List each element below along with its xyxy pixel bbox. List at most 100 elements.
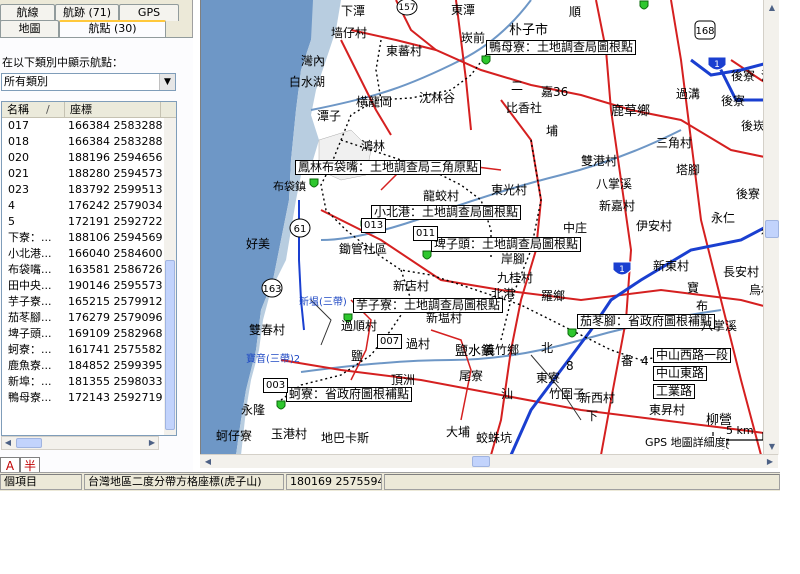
place-label: 横龍岡 — [356, 95, 393, 109]
column-header-name[interactable]: 名稱 / — [2, 102, 65, 117]
scroll-right-arrow-icon[interactable]: ▶ — [764, 456, 776, 468]
place-label: 新塭村 — [426, 311, 463, 325]
place-label: 比香社 — [506, 101, 543, 115]
table-row[interactable]: 新埠：... 181355 2598033 — [2, 374, 176, 390]
place-label: 長安村 — [723, 265, 760, 279]
map-horizontal-scroll-thumb[interactable] — [472, 456, 490, 467]
place-label: 嘉36 — [541, 85, 569, 99]
waypoint-code-label[interactable]: 013 — [361, 218, 387, 233]
scroll-left-arrow-icon[interactable]: ◀ — [202, 456, 214, 468]
tab-map[interactable]: 地圖 — [0, 20, 59, 37]
waypoint-flag-icon[interactable] — [480, 55, 492, 67]
place-label: 二 — [511, 79, 524, 93]
scroll-right-arrow-icon[interactable]: ▶ — [146, 437, 158, 449]
tab-waypoints[interactable]: 航點 (30) — [59, 20, 166, 37]
row-coord: 165215 2579912 — [68, 295, 163, 308]
map-view[interactable]: 168 1 61 163 1 157 鴨母寮：土地調查局圖根點 鳳林布袋嘴：土地… — [200, 0, 778, 455]
waypoint-label[interactable]: 茄苳腳：省政府圖根補點 — [577, 314, 716, 329]
freeway-shield-number: 1 — [714, 60, 720, 70]
table-row[interactable]: 023 183792 2599513 — [2, 182, 176, 198]
table-row[interactable]: 020 188196 2594656 — [2, 150, 176, 166]
street-label[interactable]: 中山東路 — [653, 366, 708, 381]
category-dropdown[interactable]: 所有類別 ▼ — [1, 73, 176, 91]
table-row[interactable]: 布袋嘴... 163581 2586726 — [2, 262, 176, 278]
list-horizontal-scrollbar[interactable]: ◀ ▶ — [1, 436, 159, 450]
highway-shield-icon: 168 — [694, 20, 716, 40]
scale-label: 5 km — [726, 424, 754, 437]
place-label: 新嘉村 — [599, 199, 636, 213]
waypoint-code-label[interactable]: 007 — [377, 334, 403, 349]
highway-shield-icon: 157 — [396, 0, 418, 16]
place-label: 岸腳 — [501, 252, 526, 266]
table-row[interactable]: 鴨母寮... 172143 2592719 — [2, 390, 176, 406]
scroll-up-arrow-icon[interactable]: ▲ — [766, 2, 778, 14]
map-vertical-scroll-thumb[interactable] — [765, 220, 779, 238]
table-row[interactable]: 蚵寮：... 161741 2575582 — [2, 342, 176, 358]
freeway-shield-icon: 1 — [612, 261, 632, 276]
place-label: 東蕃村 — [386, 44, 423, 58]
map-vertical-scrollbar[interactable]: ▲ ▼ — [763, 0, 779, 455]
place-label: 潭子 — [317, 109, 342, 123]
status-cursor-coordinate: 180169 2575594 — [286, 474, 382, 490]
street-label[interactable]: 中山西路一段 — [653, 348, 732, 363]
place-label: 羅鄉 — [541, 289, 566, 303]
waypoint-label[interactable]: 小北港：土地調查局圖根點 — [371, 205, 522, 220]
table-row[interactable]: 021 188280 2594573 — [2, 166, 176, 182]
freeway-shield-icon: 1 — [707, 56, 727, 71]
place-label: 伊安村 — [636, 219, 673, 233]
road-label: 寶音(三帶)2 — [246, 354, 301, 365]
place-label: 布袋鎮 — [273, 180, 306, 193]
place-label: 新東村 — [653, 259, 690, 273]
place-label: 中庄 — [563, 221, 588, 235]
place-label: 頂洲 — [391, 373, 416, 387]
chevron-down-icon[interactable]: ▼ — [159, 74, 175, 90]
table-row[interactable]: 018 166384 2583288 — [2, 134, 176, 150]
table-row[interactable]: 4 176242 2579034 — [2, 198, 176, 214]
table-row[interactable]: 小北港... 166040 2584600 — [2, 246, 176, 262]
scroll-left-arrow-icon[interactable]: ◀ — [2, 437, 14, 449]
row-name: 020 — [8, 151, 29, 164]
place-label: 鹽水鎮 — [455, 344, 495, 359]
scroll-down-arrow-icon[interactable]: ▼ — [766, 441, 778, 453]
row-name: 布袋嘴... — [8, 263, 52, 276]
highway — [509, 218, 778, 455]
table-row[interactable]: 5 172191 2592722 — [2, 214, 176, 230]
gps-track — [375, 39, 382, 101]
waypoint-label[interactable]: 鳳林布袋嘴：土地調查局三角原點 — [295, 160, 482, 175]
waypoint-label[interactable]: 蚵寮：省政府圖根補點 — [286, 387, 413, 402]
list-horizontal-scroll-thumb[interactable] — [16, 438, 42, 448]
waypoint-flag-icon[interactable] — [308, 178, 320, 190]
tab-tracks[interactable]: 航跡 (71) — [55, 4, 119, 21]
status-item-count: 個項目 — [0, 474, 82, 490]
table-row[interactable]: 017 166384 2583288 — [2, 118, 176, 134]
table-row[interactable]: 鹿魚寮... 184852 2599395 — [2, 358, 176, 374]
street-label[interactable]: 工業路 — [653, 384, 696, 399]
row-name: 018 — [8, 135, 29, 148]
row-coord: 188196 2594656 — [68, 151, 163, 164]
table-row[interactable]: 田中央... 190146 2595573 — [2, 278, 176, 294]
waypoint-flag-icon[interactable] — [638, 0, 650, 12]
waypoint-list[interactable]: 名稱 / 座標 017 166384 2583288 018 166384 2583… — [1, 101, 177, 436]
place-label: 蛟蛛坑 — [476, 431, 513, 445]
column-header-coord[interactable]: 座標 — [65, 102, 161, 117]
table-row[interactable]: 下寮：... 188106 2594569 — [2, 230, 176, 246]
waypoint-code-label[interactable]: 003 — [263, 378, 289, 393]
row-name: 021 — [8, 167, 29, 180]
table-row[interactable]: 埤子頭... 169109 2582968 — [2, 326, 176, 342]
waypoint-label[interactable]: 埤子頭：土地調查局圖根點 — [431, 237, 582, 252]
list-vertical-scrollbar[interactable] — [164, 118, 176, 435]
place-label: 八掌溪 — [701, 319, 738, 333]
map-horizontal-scrollbar[interactable]: ◀ ▶ — [200, 454, 778, 468]
place-label: 東光村 — [491, 183, 528, 197]
tab-gps[interactable]: GPS — [119, 4, 179, 21]
tab-routes[interactable]: 航線 — [0, 4, 55, 21]
sort-indicator-icon: / — [46, 103, 50, 116]
status-coordinate-system: 台灣地區二度分帶方格座標(虎子山) — [84, 474, 284, 490]
waypoint-code-label[interactable]: 011 — [413, 226, 439, 241]
waypoint-flag-icon[interactable] — [566, 328, 578, 340]
waypoint-label[interactable]: 鴨母寮：土地調查局圖根點 — [486, 40, 637, 55]
table-row[interactable]: 芋子寮... 165215 2579912 — [2, 294, 176, 310]
list-vertical-scroll-thumb[interactable] — [165, 260, 175, 430]
place-label: 埔 — [546, 124, 559, 138]
table-row[interactable]: 茄苳腳... 176279 2579096 — [2, 310, 176, 326]
